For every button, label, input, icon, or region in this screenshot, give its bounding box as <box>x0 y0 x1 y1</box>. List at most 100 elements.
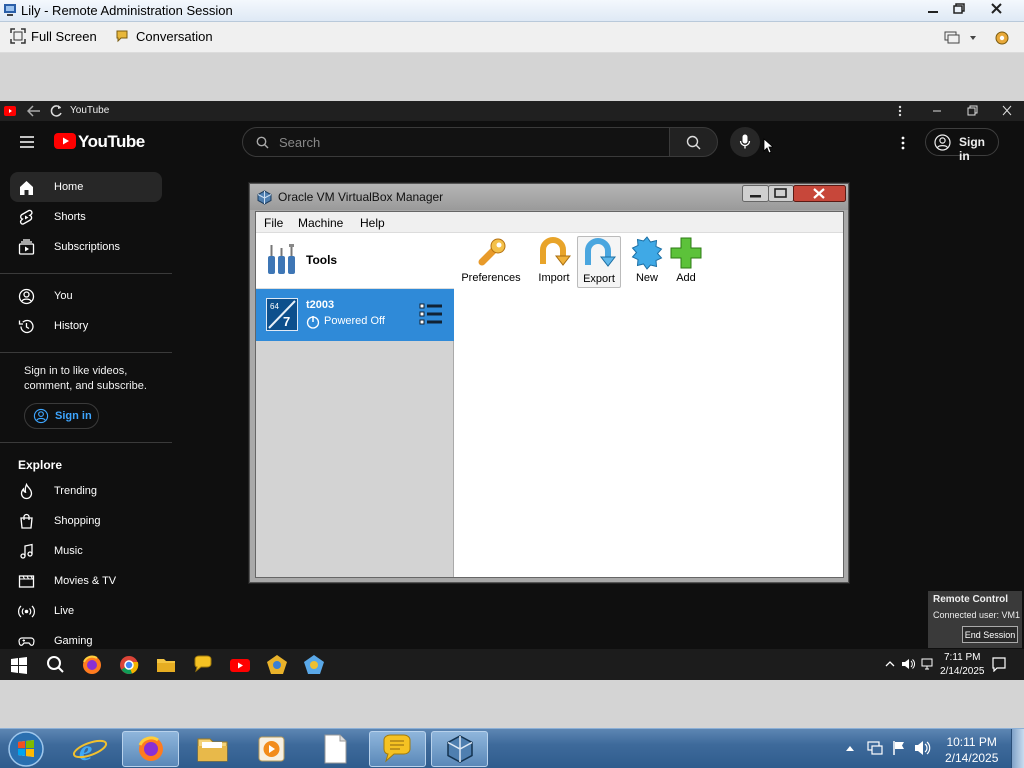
sidebar-item-label: Music <box>54 545 83 557</box>
youtube-logo-text[interactable]: YouTube <box>78 132 145 152</box>
menu-machine[interactable]: Machine <box>298 216 343 230</box>
sidebar-sign-in-button[interactable]: Sign in <box>24 403 99 429</box>
live-icon <box>18 605 35 618</box>
back-arrow-icon[interactable] <box>27 105 41 117</box>
sign-in-label: Sign in <box>959 135 985 163</box>
vm-list-item[interactable]: 64 7 t2003 Powered Off <box>256 289 454 341</box>
voice-search-button[interactable] <box>730 127 760 157</box>
host-network-icon[interactable] <box>866 740 884 756</box>
blank-document-icon[interactable] <box>307 731 364 767</box>
menu-file[interactable]: File <box>264 216 283 230</box>
shopping-icon <box>20 513 33 529</box>
app-pentagon-icon[interactable] <box>266 654 288 676</box>
sidebar-item-label: Subscriptions <box>54 241 121 253</box>
sidebar-item-shorts[interactable]: Shorts <box>10 202 162 232</box>
remote-desktop: YouTube YouTube Search Sign in Home Shor… <box>0 101 1024 680</box>
remote-clock-date: 2/14/2025 <box>940 666 985 677</box>
remote-clock-time: 7:11 PM <box>944 652 981 663</box>
search-field-icon <box>256 136 269 149</box>
sidebar-item-live[interactable]: Live <box>10 596 162 626</box>
firefox-taskbar-button[interactable] <box>122 731 179 767</box>
network-icon[interactable] <box>920 657 934 671</box>
export-button[interactable]: Export <box>577 236 621 288</box>
account-icon <box>934 134 951 151</box>
close-button[interactable] <box>982 0 1012 18</box>
internet-explorer-icon[interactable]: e <box>62 731 119 767</box>
sidebar-item-label: Gaming <box>54 635 93 647</box>
full-screen-button[interactable]: Full Screen <box>10 28 97 44</box>
host-volume-icon[interactable] <box>914 740 932 756</box>
shorts-icon <box>19 209 33 225</box>
sidebar-item-home[interactable]: Home <box>10 172 162 202</box>
restore-button[interactable] <box>944 0 974 18</box>
chat-taskbar-button[interactable] <box>369 731 426 767</box>
import-button[interactable]: Import <box>533 236 575 288</box>
windows-7-start-orb-icon[interactable] <box>6 730 46 768</box>
virtualbox-taskbar-button[interactable] <box>431 731 488 767</box>
windows-start-icon[interactable] <box>8 654 30 676</box>
sidebar-item-movies[interactable]: Movies & TV <box>10 566 162 596</box>
settings-menu-icon[interactable] <box>899 135 907 151</box>
browser-minimize-icon[interactable] <box>930 105 944 117</box>
show-hidden-icons-icon[interactable] <box>884 658 896 670</box>
chrome-icon[interactable] <box>118 654 140 676</box>
media-player-icon[interactable] <box>243 731 300 767</box>
add-icon <box>670 237 702 269</box>
app-pentagon-alt-icon[interactable] <box>303 654 325 676</box>
browser-menu-icon[interactable] <box>896 104 904 118</box>
search-placeholder: Search <box>279 135 321 150</box>
vm-details-menu-icon[interactable] <box>419 302 443 326</box>
browser-close-icon[interactable] <box>1000 105 1014 117</box>
reload-icon[interactable] <box>49 104 63 118</box>
host-clock-time: 10:11 PM <box>946 735 997 749</box>
virtualbox-window-controls <box>742 185 846 202</box>
hamburger-menu-icon[interactable] <box>19 135 35 149</box>
tools-label: Tools <box>306 253 338 267</box>
show-desktop-button[interactable] <box>1011 729 1024 768</box>
sidebar-item-trending[interactable]: Trending <box>10 476 162 506</box>
firefox-icon[interactable] <box>81 654 103 676</box>
host-clock[interactable]: 10:11 PM 2/14/2025 <box>945 734 998 766</box>
notifications-icon[interactable] <box>991 656 1007 672</box>
browser-restore-icon[interactable] <box>965 105 979 117</box>
sidebar-item-label: History <box>54 320 89 332</box>
youtube-logo-icon[interactable] <box>54 133 76 149</box>
file-explorer-icon[interactable] <box>155 654 177 676</box>
show-hidden-icons-up-icon[interactable] <box>845 744 855 752</box>
sidebar-item-shopping[interactable]: Shopping <box>10 506 162 536</box>
tools-item[interactable]: Tools <box>256 233 454 289</box>
end-session-button[interactable]: End Session <box>962 626 1018 643</box>
windows-explorer-icon[interactable] <box>184 731 241 767</box>
search-taskbar-icon[interactable] <box>44 654 66 676</box>
sign-in-button[interactable]: Sign in <box>925 128 999 163</box>
volume-icon[interactable] <box>901 657 915 671</box>
menu-help[interactable]: Help <box>360 216 385 230</box>
action-center-flag-icon[interactable] <box>891 740 907 756</box>
sidebar-item-music[interactable]: Music <box>10 536 162 566</box>
remote-clock[interactable]: 7:11 PM 2/14/2025 <box>940 651 985 679</box>
preferences-button[interactable]: Preferences <box>458 236 524 288</box>
sidebar-item-subscriptions[interactable]: Subscriptions <box>10 232 162 262</box>
gaming-icon <box>18 637 35 646</box>
conversation-button[interactable]: Conversation <box>115 28 213 44</box>
full-screen-icon <box>10 28 26 44</box>
display-options-icon[interactable] <box>944 30 976 46</box>
virtualbox-title-bar[interactable]: Oracle VM VirtualBox Manager <box>250 184 848 210</box>
new-label: New <box>635 272 658 284</box>
svg-text:64: 64 <box>270 302 279 311</box>
powered-off-icon <box>306 316 320 329</box>
youtube-taskbar-icon[interactable] <box>229 654 251 676</box>
add-button[interactable]: Add <box>669 236 703 288</box>
remote-admin-icon <box>4 4 16 16</box>
history-icon <box>18 319 34 334</box>
search-icon <box>686 135 701 150</box>
search-button[interactable] <box>669 127 718 157</box>
search-input[interactable]: Search <box>242 127 670 157</box>
sidebar-item-you[interactable]: You <box>10 281 162 311</box>
new-button[interactable]: New <box>630 236 664 288</box>
settings-gear-icon[interactable] <box>993 30 1011 46</box>
sidebar-sign-in-label: Sign in <box>55 410 92 422</box>
chat-app-icon[interactable] <box>192 654 214 676</box>
sidebar-item-history[interactable]: History <box>10 311 162 341</box>
sidebar-divider <box>0 273 172 274</box>
